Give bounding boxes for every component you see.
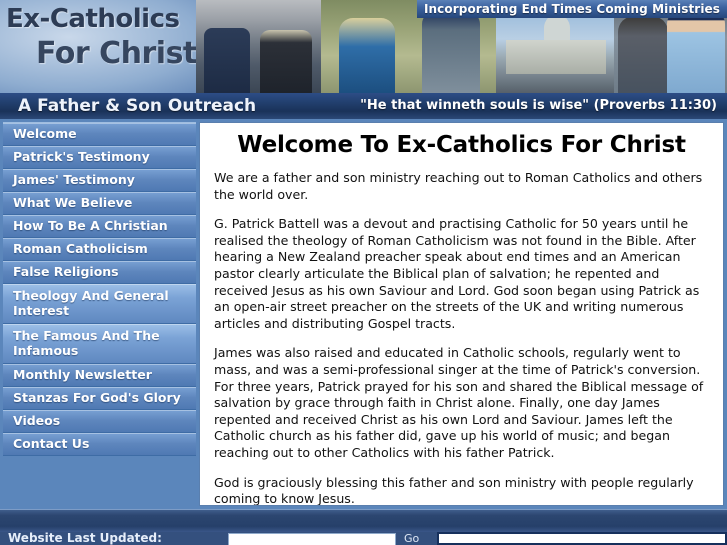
tagline-bar: A Father & Son Outreach "He that winneth… <box>0 93 727 119</box>
sidebar-item-roman-catholicism[interactable]: Roman Catholicism <box>3 238 196 261</box>
site-logo[interactable]: Ex-Catholics For Christ <box>0 0 196 93</box>
sidebar-item-videos[interactable]: Videos <box>3 410 196 433</box>
sidebar-item-the-famous-and-the-infamous[interactable]: The Famous And The Infamous <box>3 324 196 364</box>
sidebar-navigation: Welcome Patrick's Testimony James' Testi… <box>3 122 196 506</box>
sidebar-item-theology-and-general-interest[interactable]: Theology And General Interest <box>3 284 196 324</box>
blessing-paragraph: God is graciously blessing this father a… <box>214 474 694 506</box>
sidebar-item-contact-us[interactable]: Contact Us <box>3 433 196 456</box>
sidebar-item-monthly-newsletter[interactable]: Monthly Newsletter <box>3 364 196 387</box>
sidebar-item-how-to-be-a-christian[interactable]: How To Be A Christian <box>3 215 196 238</box>
footer-band <box>0 509 727 532</box>
logo-line-two: For Christ <box>36 36 196 71</box>
search-input[interactable] <box>228 533 396 545</box>
photo-street-evangelism-basketball <box>196 0 321 93</box>
logo-line-one: Ex-Catholics <box>6 4 180 34</box>
site-banner: Ex-Catholics For Christ Incorporating En… <box>0 0 727 119</box>
site-tagline: A Father & Son Outreach <box>18 96 257 116</box>
patrick-paragraph: G. Patrick Battell was a devout and prac… <box>214 216 700 331</box>
search-go-button[interactable]: Go <box>404 532 419 545</box>
sidebar-item-false-religions[interactable]: False Religions <box>3 261 196 284</box>
sidebar-item-welcome[interactable]: Welcome <box>3 123 196 146</box>
sidebar-item-james-testimony[interactable]: James' Testimony <box>3 169 196 192</box>
sidebar-item-patricks-testimony[interactable]: Patrick's Testimony <box>3 146 196 169</box>
footer-strip: Website Last Updated: Go <box>0 532 727 545</box>
intro-paragraph: We are a father and son ministry reachin… <box>214 170 703 202</box>
footer-right-panel[interactable] <box>437 532 727 545</box>
page-root: Ex-Catholics For Christ Incorporating En… <box>0 0 727 545</box>
main-content-panel: Welcome To Ex-Catholics For Christ We ar… <box>199 122 724 506</box>
incorporating-ribbon: Incorporating End Times Coming Ministrie… <box>417 0 727 18</box>
scripture-verse: "He that winneth souls is wise" (Proverb… <box>360 98 717 113</box>
james-paragraph: James was also raised and educated in Ca… <box>214 345 704 460</box>
sidebar-item-stanzas-for-gods-glory[interactable]: Stanzas For God's Glory <box>3 387 196 410</box>
body-area: Welcome Patrick's Testimony James' Testi… <box>0 119 727 509</box>
sidebar-item-what-we-believe[interactable]: What We Believe <box>3 192 196 215</box>
page-title: Welcome To Ex-Catholics For Christ <box>237 132 686 158</box>
website-last-updated-label: Website Last Updated: <box>8 532 162 545</box>
